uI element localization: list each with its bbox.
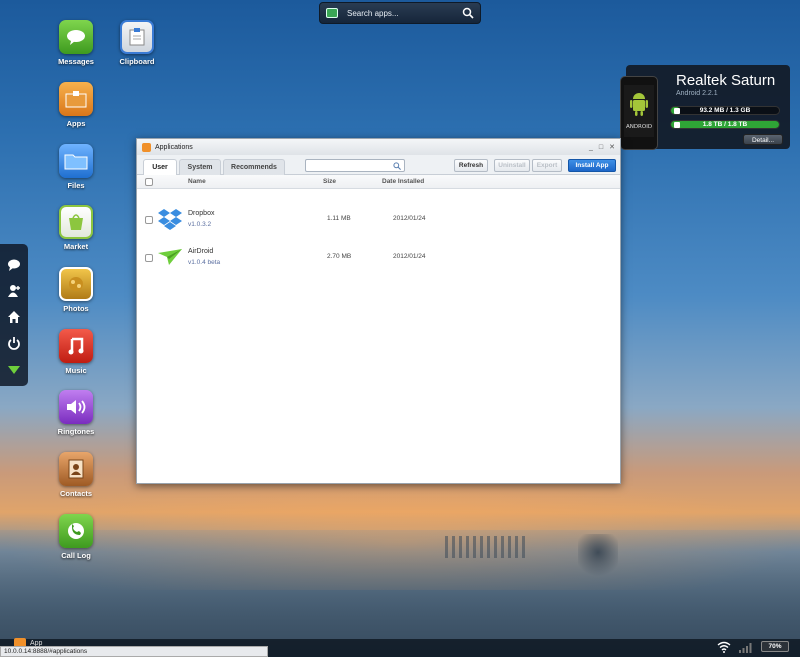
internal-storage-bar: 93.2 MB / 1.3 GB <box>670 106 780 115</box>
sd-storage-bar: 1.8 TB / 1.8 TB <box>670 120 780 129</box>
app-search-input[interactable] <box>305 159 405 172</box>
market-icon <box>59 205 93 239</box>
desktop-icon-music[interactable]: Music <box>46 329 106 375</box>
column-name[interactable]: Name <box>188 178 206 185</box>
row-checkbox[interactable] <box>145 216 153 224</box>
desktop-icon-files[interactable]: Files <box>46 144 106 190</box>
tab-recommends[interactable]: Recommends <box>223 159 285 175</box>
tab-system[interactable]: System <box>179 159 221 175</box>
table-header: Name Size Date Installed <box>137 175 620 189</box>
install-app-button[interactable]: Install App <box>568 159 616 172</box>
power-icon[interactable] <box>7 336 21 350</box>
table-row[interactable]: AirDroid v1.0.4 beta 2.70 MB 2012/01/24 <box>137 239 620 277</box>
device-name: Realtek Saturn <box>676 72 776 89</box>
contacts-icon <box>59 452 93 486</box>
desktop-icon-clipboard[interactable]: Clipboard <box>107 20 167 66</box>
select-all-checkbox[interactable] <box>145 178 153 186</box>
photos-icon <box>59 267 93 301</box>
signal-icon <box>739 643 752 653</box>
left-dock <box>0 244 28 386</box>
call-log-icon <box>59 514 93 548</box>
column-date-installed[interactable]: Date Installed <box>382 178 424 185</box>
desktop-icon-ringtones[interactable]: Ringtones <box>46 390 106 436</box>
internal-storage-text: 93.2 MB / 1.3 GB <box>699 107 751 114</box>
applications-icon <box>142 142 151 152</box>
battery-indicator: 70% <box>761 641 789 652</box>
row-checkbox[interactable] <box>145 254 153 262</box>
refresh-button[interactable]: Refresh <box>454 159 488 172</box>
app-version: v1.0.4 beta <box>188 259 221 266</box>
search-icon[interactable] <box>462 7 474 19</box>
clipboard-icon <box>120 20 154 54</box>
android-version: Android 2.2.1 <box>676 90 718 97</box>
airdroid-icon[interactable] <box>7 362 21 376</box>
messages-icon <box>59 20 93 54</box>
fog <box>0 530 800 640</box>
desktop-icon-call-log[interactable]: Call Log <box>46 514 106 560</box>
ringtones-icon <box>59 390 93 424</box>
detail-button[interactable]: Detail... <box>743 134 783 145</box>
phone-brand-text: ANDROID <box>626 124 652 130</box>
phone-screen: ANDROID <box>624 85 654 137</box>
tab-user[interactable]: User <box>143 159 177 176</box>
window-title: Applications <box>155 143 193 151</box>
desktop-icon-market[interactable]: Market <box>46 205 106 251</box>
column-size[interactable]: Size <box>323 178 336 185</box>
home-icon[interactable] <box>7 310 21 324</box>
phone-image: ANDROID <box>620 76 658 150</box>
table-row[interactable]: Dropbox v1.0.3.2 1.11 MB 2012/01/24 <box>137 201 620 239</box>
add-message-icon[interactable] <box>7 258 21 272</box>
dropbox-icon <box>158 209 182 230</box>
desktop-icon-apps[interactable]: Apps <box>46 82 106 128</box>
android-robot-icon: ANDROID <box>626 93 652 130</box>
desktop-icon-contacts[interactable]: Contacts <box>46 452 106 498</box>
window-toolbar: User System Recommends Refresh Uninstall… <box>137 155 620 176</box>
search-placeholder: Search apps... <box>347 8 399 18</box>
app-version: v1.0.3.2 <box>188 221 212 228</box>
apps-icon <box>326 8 338 18</box>
music-icon <box>59 329 93 363</box>
minimize-button[interactable]: _ <box>589 144 593 151</box>
sd-storage-text: 1.8 TB / 1.8 TB <box>702 121 748 128</box>
status-url: 10.0.0.14:8888/#applications <box>0 646 268 657</box>
files-icon <box>59 144 93 178</box>
applications-window: Applications _ □ ✕ User System Recommend… <box>136 138 621 484</box>
apps-icon <box>59 82 93 116</box>
app-name: Dropbox <box>188 210 215 217</box>
airdroid-icon <box>158 249 182 265</box>
maximize-button[interactable]: □ <box>599 144 603 151</box>
app-search-bar[interactable]: Search apps... <box>319 2 481 24</box>
uninstall-button[interactable]: Uninstall <box>494 159 530 172</box>
search-icon <box>393 162 401 170</box>
desktop-icon-messages[interactable]: Messages <box>46 20 106 66</box>
app-date-installed: 2012/01/24 <box>393 215 426 222</box>
wifi-icon <box>717 641 731 653</box>
app-size: 2.70 MB <box>327 253 352 260</box>
add-contact-icon[interactable] <box>7 284 21 298</box>
app-size: 1.11 MB <box>327 215 351 222</box>
window-titlebar[interactable]: Applications _ □ ✕ <box>137 139 620 155</box>
close-button[interactable]: ✕ <box>609 143 615 151</box>
desktop-icon-photos[interactable]: Photos <box>46 267 106 313</box>
export-button[interactable]: Export <box>532 159 562 172</box>
app-name: AirDroid <box>188 248 214 255</box>
app-date-installed: 2012/01/24 <box>393 253 426 260</box>
